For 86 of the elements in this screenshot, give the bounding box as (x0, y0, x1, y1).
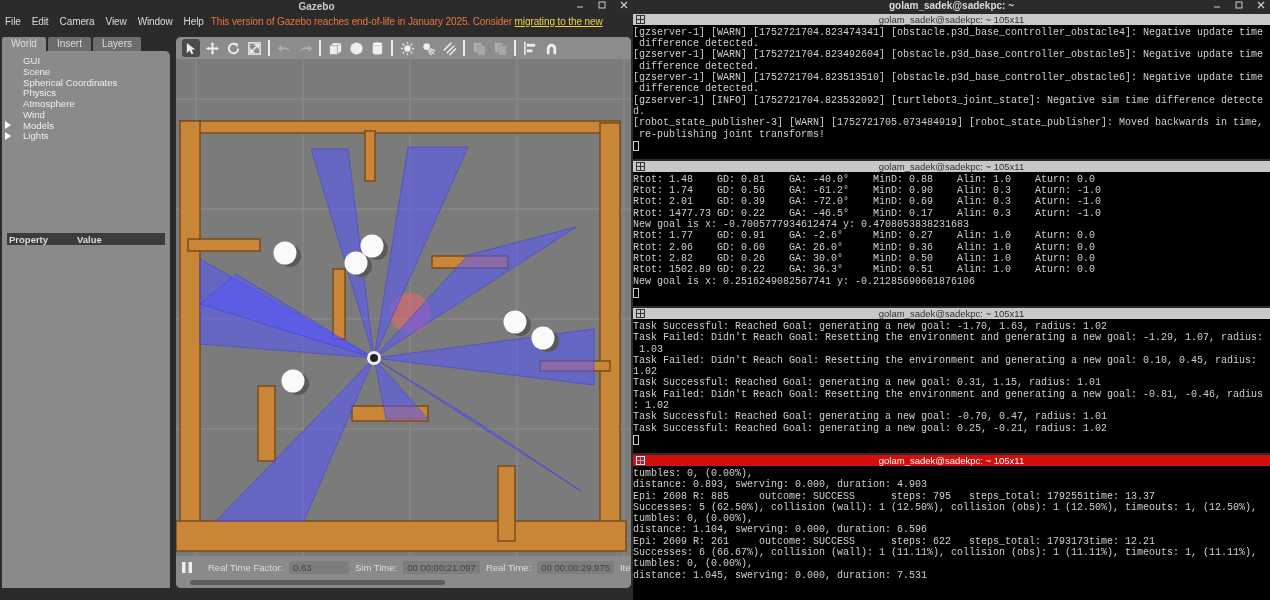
tree-item[interactable]: Spherical Coordinates (14, 76, 118, 88)
field-label: Real Time Factor: (208, 561, 283, 573)
terminal-line: Rtot: 1502.89 GD: 0.22 GA: 36.3° MinD: 0.51 Alin: 1.0 Aturn: 0.0 (633, 264, 1097, 276)
menu-item[interactable]: File (5, 15, 21, 27)
expand-arrow-icon[interactable] (4, 121, 12, 130)
terminal-line: difference detected. (639, 38, 760, 50)
terminal-line: [gzserver-1] [INFO] [1752721704.823532092] [turtlebot3_joint_state]: Negative sim time difference detecte (633, 94, 1265, 106)
menu-item[interactable]: Camera (59, 15, 95, 27)
tree-item[interactable]: Scene (14, 65, 51, 77)
scrollbar[interactable] (190, 580, 445, 585)
expand-arrow-icon[interactable] (4, 131, 12, 140)
terminal-line: : 1.02 (633, 400, 670, 411)
tree-item[interactable]: Wind (14, 108, 45, 120)
field-label: Ite (620, 561, 631, 573)
terminal-line: [gzserver-1] [WARN] [1752721704.823492604] [obstacle.p3d_base_controller_obstacle5]: Negative update time (633, 49, 1265, 61)
pause-icon[interactable] (182, 561, 192, 573)
grid-icon[interactable] (636, 14, 645, 24)
menu-item[interactable]: Edit (31, 15, 49, 27)
terminal-line: 1.02 (633, 366, 658, 378)
terminal-line: Rtot: 1.77 GD: 0.91 GA: -2.6° MinD: 0.27 Alin: 1.0 Aturn: 0.0 (633, 230, 1097, 242)
terminal-line: distance: 1.045, swerving: 0.000, duration: 7.531 (633, 569, 929, 581)
panel-tab[interactable]: World (2, 37, 46, 51)
field-label: Sim Time: (354, 561, 398, 573)
terminal-line: tumbles: 0, (0.00%), (633, 558, 754, 570)
migration-link[interactable]: migrating to the new (514, 15, 603, 27)
terminal-line: distance: 1.104, swerving: 0.000, duration: 6.596 (633, 524, 929, 536)
terminal-line: tumbles: 0, (0.00%), (633, 468, 755, 479)
pane-title: golam_sadek@sadekpc: ~ 105x11 (878, 160, 1025, 172)
terminal-line: Task Failed: Didn't Reach Goal: Resetting the environment and generating a new goal: -1.29, 1.07, radius: (633, 332, 1265, 344)
terminal-line: re-publishing joint transforms! (638, 128, 827, 140)
terminal-line: 1.03 (638, 343, 664, 355)
grid-icon[interactable] (636, 308, 645, 318)
maximize-icon[interactable] (1234, 0, 1244, 10)
column-header: Value (76, 233, 103, 245)
terminal-line: tumbles: 0, (0.00%), (633, 513, 754, 525)
terminal-line: Successes: 5 (62.50%), collision (wall): 1 (12.50%), collision (obs): 1 (12.50%), timeouts: 1, (12.50%), (633, 501, 1259, 513)
terminal-line: New goal is x: 0.2516249082567741 y: -0.21285690601876106 (633, 275, 977, 287)
grid-icon[interactable] (636, 456, 645, 465)
pane-title: golam_sadek@sadekpc: ~ 105x11 (878, 455, 1025, 466)
sun-icon[interactable] (398, 39, 416, 57)
terminal-line: difference detected. (638, 60, 761, 72)
terminal-line: Epi: 2608 R: 885 outcome: SUCCESS steps: 795 steps_total: 1792551time: 13.37 (633, 490, 1157, 502)
window-title: golam_sadek@sadekpc: ~ (888, 0, 1015, 12)
terminal-line: Rtot: 1477.73 GD: 0.22 GA: -46.5° MinD: 0.17 Alin: 0.3 Aturn: -1.0 (633, 207, 1103, 219)
panel-tab[interactable]: Insert (47, 37, 91, 51)
terminal-line: Task Successful: Reached Goal: generating a new goal: -1.70, 1.63, radius: 1.02 (633, 320, 1108, 333)
terminal-line: Rtot: 1.48 GD: 0.81 GA: -40.0° MinD: 0.88 Alin: 1.0 Aturn: 0.0 (633, 173, 1097, 185)
terminal-line: New goal is x: -0.7005777934612474 y: 0.4708053838231683 (633, 219, 970, 231)
menu-item[interactable]: Window (137, 15, 173, 27)
menu-item[interactable]: Help (183, 15, 204, 27)
terminal-line: Rtot: 2.06 GD: 0.60 GA: 26.0° MinD: 0.36 Alin: 1.0 Aturn: 0.0 (633, 241, 1097, 253)
column-header: Property (8, 233, 50, 245)
terminal-line: d. (633, 105, 646, 117)
terminal-line: Rtot: 1.74 GD: 0.56 GA: -61.2° MinD: 0.90 Alin: 0.3 Aturn: -1.0 (633, 185, 1103, 197)
tree-item[interactable]: Lights (14, 130, 49, 142)
sphere-icon[interactable] (347, 39, 365, 57)
tree-item[interactable]: GUI (14, 54, 41, 66)
panel-tab[interactable]: Layers (92, 37, 141, 51)
scale-icon[interactable] (245, 39, 263, 57)
terminal-line: [robot_state_publisher-3] [WARN] [1752721705.073484919] [robot_state_publisher]: Moved backwards in time, (633, 117, 1265, 129)
maximize-icon[interactable] (597, 0, 607, 10)
deprecation-notice: This version of Gazebo reaches end-of-life in January 2025. Consider migrating to the new (210, 15, 603, 27)
terminal-line: Task Successful: Reached Goal: generating a new goal: 0.25, -0.21, radius: 1.02 (633, 422, 1109, 434)
terminal-line: Rtot: 2.01 GD: 0.39 GA: -72.0° MinD: 0.69 Alin: 0.3 Aturn: -1.0 (633, 196, 1103, 208)
tree-item[interactable]: Atmosphere (14, 98, 75, 110)
tree-item[interactable]: Models (14, 119, 54, 131)
terminal-line: Rtot: 2.82 GD: 0.26 GA: 30.0° MinD: 0.50 Alin: 1.0 Aturn: 0.0 (633, 252, 1097, 264)
terminal-line: Task Failed: Didn't Reach Goal: Resetting the environment and generating a new goal: -0.81, -0.46, radius (633, 388, 1265, 400)
terminal-line: difference detected. (639, 83, 761, 95)
menu-item[interactable]: View (105, 15, 127, 27)
terminal-line: [gzserver-1] [WARN] [1752721704.823513510] [obstacle.p3d_base_controller_obstacle6]: Negative update time (633, 72, 1265, 84)
tree-item[interactable]: Physics (14, 87, 57, 99)
window-title: Gazebo (298, 0, 335, 12)
terminal-line: distance: 0.893, swerving: 0.000, duration: 4.903 (633, 479, 929, 491)
close-icon[interactable] (619, 0, 629, 10)
terminal-line: Successes: 6 (66.67%), collision (wall): 1 (11.11%), collision (obs): 1 (11.11%), timeouts: 1, (11.11%), (633, 547, 1259, 559)
terminal-line: Task Successful: Reached Goal: generating a new goal: -0.70, 0.47, radius: 1.01 (633, 411, 1109, 423)
terminal-line: [gzserver-1] [WARN] [1752721704.823474341] [obstacle.p3d_base_controller_obstacle4]: Negative update time (633, 26, 1265, 38)
pane-title: golam_sadek@sadekpc: ~ 105x11 (878, 307, 1025, 319)
terminal-line: Epi: 2609 R: 261 outcome: SUCCESS steps: 622 steps_total: 1793173time: 12.21 (633, 535, 1157, 547)
close-icon[interactable] (1256, 0, 1266, 10)
terminal-line: Task Failed: Didn't Reach Goal: Resetting the environment and generating a new goal: 0.10, 0.45, radius: (633, 354, 1259, 367)
terminal-line: Task Successful: Reached Goal: generating a new goal: 0.31, 1.15, radius: 1.01 (633, 377, 1103, 389)
grid-icon[interactable] (636, 161, 645, 171)
pane-title: golam_sadek@sadekpc: ~ 105x11 (878, 13, 1025, 25)
field-label: Real Time: (485, 561, 532, 573)
